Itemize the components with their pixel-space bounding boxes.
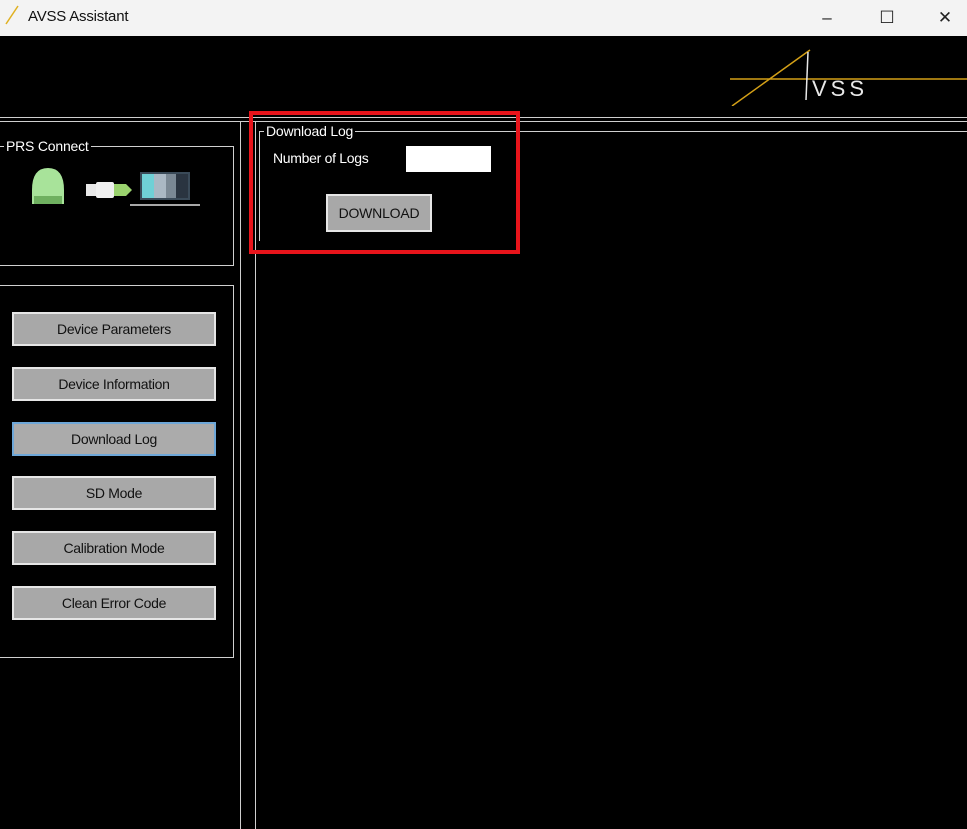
minimize-button[interactable]: – bbox=[800, 0, 854, 36]
device-parameters-button[interactable]: Device Parameters bbox=[12, 312, 216, 346]
window-title: AVSS Assistant bbox=[28, 8, 129, 25]
avss-logo: VSS bbox=[730, 49, 967, 106]
logo-text: VSS bbox=[812, 76, 868, 101]
device-connection-icon bbox=[32, 168, 200, 206]
device-information-button[interactable]: Device Information bbox=[12, 367, 216, 401]
left-panel-divider bbox=[240, 121, 241, 829]
title-bar: AVSS Assistant – ☐ ✕ bbox=[0, 0, 967, 36]
app-logo-icon bbox=[5, 5, 19, 25]
highlight-box bbox=[249, 111, 520, 254]
sd-mode-button[interactable]: SD Mode bbox=[12, 476, 216, 510]
clean-error-code-button[interactable]: Clean Error Code bbox=[12, 586, 216, 620]
maximize-button[interactable]: ☐ bbox=[860, 0, 914, 36]
main-content: VSS PRS Connect Device Parameters Device… bbox=[0, 36, 967, 829]
calibration-mode-button[interactable]: Calibration Mode bbox=[12, 531, 216, 565]
prs-connect-legend: PRS Connect bbox=[4, 138, 91, 154]
download-log-button[interactable]: Download Log bbox=[12, 422, 216, 456]
close-button[interactable]: ✕ bbox=[918, 0, 967, 36]
